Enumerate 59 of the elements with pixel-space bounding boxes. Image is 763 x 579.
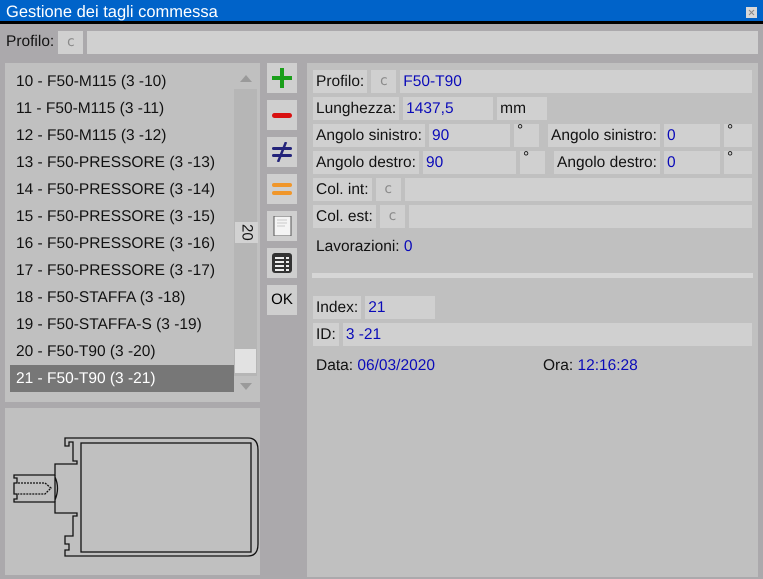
field-label: Profilo:	[6, 32, 54, 52]
add-button[interactable]	[267, 63, 297, 93]
differ-button[interactable]	[267, 137, 297, 167]
list-item[interactable]: 16 - F50-PRESSORE (3 -16)	[10, 230, 234, 257]
scroll-thumb[interactable]	[235, 349, 256, 373]
profile-field[interactable]	[87, 30, 758, 54]
field-label: ID:	[313, 323, 339, 346]
remove-button[interactable]	[267, 100, 297, 130]
page-counter: 20	[235, 222, 258, 243]
value-field[interactable]: 21	[365, 296, 436, 319]
field-text: Data: 06/03/2020	[315, 356, 436, 376]
equal-button[interactable]	[267, 174, 297, 204]
list-item[interactable]: 12 - F50-M115 (3 -12)	[10, 122, 234, 149]
equal-icon	[272, 183, 292, 195]
field-label: Index:	[313, 296, 362, 319]
field-label: Col. int:	[313, 178, 372, 201]
unit-label: °	[514, 124, 540, 147]
ok-button[interactable]: OK	[267, 285, 297, 315]
list-item[interactable]: 20 - F50-T90 (3 -20)	[10, 338, 234, 365]
value-field[interactable]: 3 -21	[342, 323, 752, 346]
list-item[interactable]: 13 - F50-PRESSORE (3 -13)	[10, 149, 234, 176]
scroll-up-icon[interactable]	[238, 74, 252, 84]
value-field[interactable]: 90	[428, 124, 510, 147]
field-label: Col. est:	[313, 205, 376, 228]
list-item[interactable]: 21 - F50-T90 (3 -21)	[10, 365, 234, 392]
document-icon	[272, 216, 292, 236]
unit-label: °	[520, 151, 546, 174]
value-field[interactable]: 90	[422, 151, 516, 174]
value-field[interactable]: 0	[664, 151, 720, 174]
value-field[interactable]: 1437,5	[403, 97, 494, 120]
value-field[interactable]: F50-T90	[400, 70, 752, 93]
list-item[interactable]: 14 - F50-PRESSORE (3 -14)	[10, 176, 234, 203]
value-field[interactable]: 0	[664, 124, 720, 147]
scroll-down-icon[interactable]	[238, 381, 252, 391]
field-label: Angolo destro:	[313, 151, 419, 174]
field-label: Angolo sinistro:	[548, 124, 660, 147]
list-item[interactable]: 19 - F50-STAFFA-S (3 -19)	[10, 311, 234, 338]
field-label: Angolo destro:	[554, 151, 660, 174]
field-label: Angolo sinistro:	[313, 124, 425, 147]
list-item[interactable]: 18 - F50-STAFFA (3 -18)	[10, 284, 234, 311]
field-text: Lavorazioni: 0	[315, 237, 413, 257]
not-equal-icon	[272, 142, 292, 162]
field-label: Lunghezza:	[313, 97, 400, 120]
list-item[interactable]: 11 - F50-M115 (3 -11)	[10, 95, 234, 122]
document-button[interactable]	[267, 211, 297, 241]
unit-label: °	[724, 124, 752, 147]
window-title: Gestione dei tagli commessa	[6, 2, 218, 21]
list-item[interactable]: 17 - F50-PRESSORE (3 -17)	[10, 257, 234, 284]
field-label: Profilo:	[313, 70, 368, 93]
table-button[interactable]	[267, 248, 297, 278]
table-icon	[272, 253, 292, 273]
unit-label: mm	[497, 97, 548, 120]
unit-label: °	[724, 151, 752, 174]
list-item[interactable]: 15 - F50-PRESSORE (3 -15)	[10, 203, 234, 230]
add-icon	[272, 68, 292, 88]
field-text: Ora: 12:16:28	[543, 356, 638, 376]
close-icon[interactable]	[746, 7, 757, 18]
remove-icon	[272, 112, 292, 118]
list-item[interactable]: 10 - F50-M115 (3 -10)	[10, 68, 234, 95]
